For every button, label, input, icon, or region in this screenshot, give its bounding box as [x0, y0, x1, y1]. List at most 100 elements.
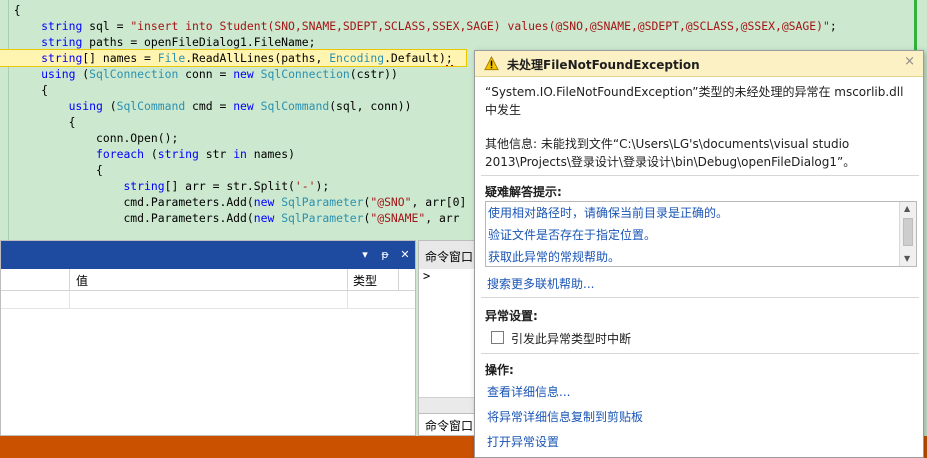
code-line[interactable]: foreach (string str in names)	[0, 146, 295, 162]
code-line[interactable]: {	[0, 82, 48, 98]
code-token: [] names =	[82, 51, 158, 65]
code-token: new	[233, 67, 254, 81]
scroll-up-icon[interactable]: ▲	[904, 204, 910, 213]
tips-scrollbar[interactable]: ▲ ▼	[899, 202, 916, 266]
code-line[interactable]: using (SqlConnection conn = new SqlConne…	[0, 66, 398, 82]
code-token: cmd.Parameters.Add(	[123, 211, 254, 225]
command-window[interactable]: 命令窗口 > 命令窗口	[418, 240, 478, 436]
dropdown-icon[interactable]: ▾	[357, 247, 373, 263]
exception-settings-title: 异常设置:	[485, 309, 538, 323]
code-line[interactable]: cmd.Parameters.Add(new SqlParameter("@SN…	[0, 210, 460, 226]
code-line[interactable]: using (SqlCommand cmd = new SqlCommand(s…	[0, 98, 412, 114]
code-token: foreach	[96, 147, 145, 161]
code-token: string	[123, 179, 165, 193]
scroll-down-icon[interactable]: ▼	[904, 254, 910, 263]
divider	[481, 297, 919, 298]
horizontal-scrollbar[interactable]	[419, 397, 477, 413]
code-token: paths = openFileDialog1.FileName;	[82, 35, 316, 49]
code-token: conn.Open();	[96, 131, 179, 145]
code-line[interactable]: {	[0, 2, 21, 18]
code-token: {	[41, 83, 49, 97]
code-token: string	[157, 147, 199, 161]
code-token: SqlParameter	[281, 211, 364, 225]
code-token: "insert into Student(SNO,SNAME,SDEPT,SCL…	[130, 19, 830, 33]
code-token: string	[41, 19, 83, 33]
code-line[interactable]: string paths = openFileDialog1.FileName;	[0, 34, 315, 50]
break-on-exception-label[interactable]: 引发此异常类型时中断	[511, 330, 631, 347]
code-token: new	[253, 195, 275, 209]
code-token: (cstr))	[349, 67, 398, 81]
code-token: string	[41, 35, 83, 49]
copy-exception-detail-link[interactable]: 将异常详细信息复制到剪贴板	[487, 408, 643, 425]
code-token: new	[253, 211, 275, 225]
locals-column-header: 值 类型	[1, 269, 415, 291]
exception-message: “System.IO.FileNotFoundException”类型的未经处理…	[485, 85, 904, 117]
tab-command-window[interactable]: 命令窗口	[419, 413, 477, 435]
code-token: .ReadAllLines(paths,	[185, 51, 330, 65]
open-exception-settings-link[interactable]: 打开异常设置	[487, 433, 559, 450]
view-detail-link[interactable]: 查看详细信息...	[487, 383, 570, 400]
code-token: str	[198, 147, 234, 161]
code-token: "@SNO"	[370, 195, 412, 209]
code-token: {	[13, 3, 21, 17]
scrollbar-thumb[interactable]	[903, 218, 913, 246]
tip-link-file-exists[interactable]: 验证文件是否存在于指定位置。	[488, 226, 656, 243]
code-token: cmd.Parameters.Add(	[123, 195, 254, 209]
troubleshooting-tips-list: 使用相对路径时，请确保当前目录是正确的。 验证文件是否存在于指定位置。 获取此异…	[485, 201, 917, 267]
code-token: SqlConnection	[89, 67, 179, 81]
close-icon[interactable]: ✕	[397, 247, 413, 263]
code-token: names)	[246, 147, 295, 161]
actions-title: 操作:	[485, 363, 514, 377]
close-icon[interactable]: ×	[904, 54, 915, 69]
tip-link-general-help[interactable]: 获取此异常的常规帮助。	[488, 248, 620, 265]
code-token: '-'	[294, 179, 316, 193]
locals-panel: ▾ ᵽ ✕ 值 类型	[0, 240, 416, 436]
code-token: SqlConnection	[260, 67, 350, 81]
code-line-current[interactable]: string[] names = File.ReadAllLines(paths…	[0, 49, 467, 67]
code-token: using	[41, 67, 76, 81]
code-line[interactable]: {	[0, 114, 76, 130]
troubleshooting-title: 疑难解答提示:	[485, 185, 562, 199]
code-line[interactable]: string sql = "insert into Student(SNO,SN…	[0, 18, 837, 34]
code-token: conn =	[178, 67, 234, 81]
code-token: SqlParameter	[281, 195, 364, 209]
break-on-exception-checkbox[interactable]	[491, 331, 504, 344]
code-token: new	[233, 99, 254, 113]
command-prompt: >	[423, 269, 431, 283]
pin-icon[interactable]: ᵽ	[377, 247, 393, 263]
code-line[interactable]: string[] arr = str.Split('-');	[0, 178, 329, 194]
code-token: "@SNAME"	[370, 211, 426, 225]
divider	[481, 175, 919, 176]
code-token: SqlCommand	[116, 99, 186, 113]
code-line[interactable]: conn.Open();	[0, 130, 178, 146]
code-token: cmd =	[185, 99, 234, 113]
code-token: , arr	[425, 211, 460, 225]
code-token: {	[96, 163, 103, 177]
locals-titlebar: ▾ ᵽ ✕	[1, 241, 415, 269]
table-row[interactable]	[1, 291, 415, 309]
column-value[interactable]: 值	[76, 272, 88, 289]
search-online-help-link[interactable]: 搜索更多联机帮助...	[487, 275, 594, 292]
code-token: ;	[829, 19, 837, 33]
column-type[interactable]: 类型	[353, 272, 377, 289]
code-token: (	[144, 147, 158, 161]
code-line[interactable]: cmd.Parameters.Add(new SqlParameter("@SN…	[0, 194, 466, 210]
code-token: using	[68, 99, 103, 113]
code-token: ;	[445, 51, 453, 67]
tip-link-relative-path[interactable]: 使用相对路径时，请确保当前目录是正确的。	[488, 204, 728, 221]
code-token: (	[75, 67, 90, 81]
additional-info: 其他信息: 未能找到文件“C:\Users\LG's\documents\vis…	[485, 137, 856, 169]
code-line[interactable]: {	[0, 162, 103, 178]
